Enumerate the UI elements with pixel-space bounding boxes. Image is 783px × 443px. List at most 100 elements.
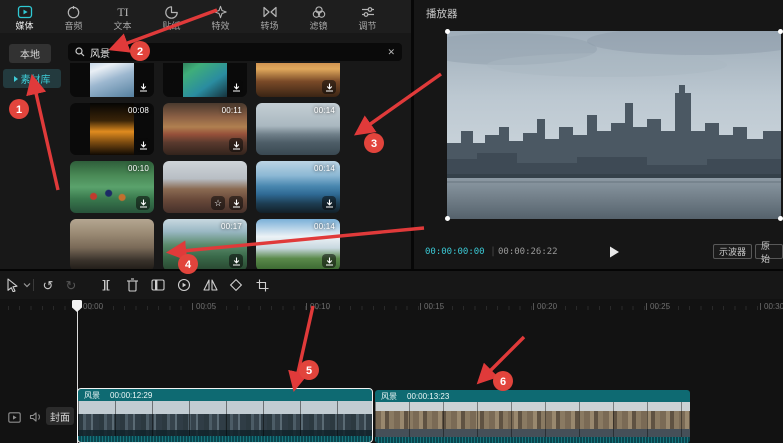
svg-text:TI: TI [117,5,128,19]
timeline-clip-1[interactable]: 风景 00:00:12:29 [78,389,372,442]
clip-name: 风景 [381,391,397,402]
cover-button[interactable]: 封面 [46,407,74,425]
media-item[interactable]: ☆ [163,161,247,213]
select-tool-icon[interactable] [4,277,20,293]
download-icon[interactable] [136,80,150,94]
text-icon: TI [115,4,131,19]
scopes-button[interactable]: 示波器 [713,244,752,259]
search-bar[interactable]: ✕ [68,43,402,61]
media-item[interactable] [256,63,340,97]
expand-arrow-icon [14,76,18,82]
clip-duration: 00:00:12:29 [110,391,152,400]
library-label: 素材库 [21,71,51,86]
download-icon[interactable] [136,138,150,152]
mute-audio-icon[interactable] [27,409,43,425]
selection-handle[interactable] [445,216,450,221]
rotate-icon[interactable] [228,277,244,293]
toolbar-divider [33,279,34,291]
media-item[interactable]: 00:08 [70,103,154,155]
video-track-icon[interactable] [6,409,22,425]
media-icon [17,4,33,19]
selection-handle[interactable] [778,216,783,221]
reverse-play-icon[interactable] [176,277,192,293]
search-icon [75,47,85,57]
clip-header: 风景 00:00:13:23 [375,390,690,402]
media-item[interactable] [163,63,247,97]
tab-label: 音频 [64,21,82,31]
tab-media[interactable]: 媒体 [0,0,49,33]
media-grid: 00:08 00:11 00:14 00:10 ☆ 00: [68,63,411,269]
media-item[interactable]: 00:17 [163,219,247,269]
current-time: 00:00:00:00 [425,247,485,257]
download-icon[interactable] [229,80,243,94]
tab-filter[interactable]: 滤镜 [294,0,343,33]
ruler-label: 00:10 [310,302,330,311]
player-panel: 播放器 [414,0,783,269]
media-sidebar: 本地 素材库 [0,33,66,269]
media-item[interactable] [70,219,154,269]
freeze-frame-icon[interactable] [150,277,166,293]
tab-sticker[interactable]: 贴纸 [147,0,196,33]
video-editor-app: 媒体 音频 TI 文本 贴纸 [0,0,783,443]
download-icon[interactable] [322,196,336,210]
tab-label: 调节 [358,21,376,31]
media-item[interactable]: 00:10 [70,161,154,213]
media-item[interactable]: 00:14 [256,161,340,213]
download-icon[interactable] [229,138,243,152]
clip-waveform [375,437,690,443]
player-title: 播放器 [426,6,458,21]
favorite-star-icon[interactable]: ☆ [211,196,225,210]
tab-label: 文本 [113,21,131,31]
selection-handle[interactable] [778,29,783,34]
tab-text[interactable]: TI 文本 [98,0,147,33]
media-item[interactable]: 00:14 [256,103,340,155]
close-icon[interactable]: ✕ [387,48,395,57]
crop-icon[interactable] [254,277,270,293]
tab-audio[interactable]: 音频 [49,0,98,33]
audio-icon [66,4,81,19]
original-button[interactable]: 原始 [755,244,783,259]
time-separator: | [490,246,496,257]
clip-waveform [78,436,372,442]
download-icon[interactable] [229,196,243,210]
split-icon[interactable]: ][ [98,277,114,293]
ruler-label: 00:30 [764,302,783,311]
top-tabbar: 媒体 音频 TI 文本 贴纸 [0,0,411,33]
local-label: 本地 [20,46,40,61]
search-input[interactable] [90,47,387,58]
selection-handle[interactable] [445,29,450,34]
download-icon[interactable] [229,254,243,268]
tab-label: 贴纸 [162,21,180,31]
filter-icon [311,4,327,19]
video-preview[interactable] [447,31,781,219]
effects-icon [213,4,228,19]
ruler-label: 00:20 [537,302,557,311]
tab-effects[interactable]: 特效 [196,0,245,33]
undo-icon[interactable]: ↺ [40,277,56,293]
timeline-clip-2[interactable]: 风景 00:00:13:23 [375,390,690,443]
tab-label: 特效 [211,21,229,31]
play-icon [606,244,622,260]
media-item[interactable] [70,63,154,97]
ruler-label: 00:15 [424,302,444,311]
download-icon[interactable] [322,254,336,268]
download-icon[interactable] [322,80,336,94]
tab-label: 媒体 [15,21,33,31]
ruler-label: 00:05 [196,302,216,311]
redo-icon[interactable]: ↻ [63,277,79,293]
tab-label: 转场 [260,21,278,31]
player-controls: 00:00:00:00 | 00:00:26:22 示波器 原始 [414,238,783,266]
download-icon[interactable] [136,196,150,210]
timeline-ruler[interactable]: 00:00 00:05 00:10 00:15 00:20 00:25 00:3… [0,299,783,316]
tab-label: 滤镜 [309,21,327,31]
tab-transition[interactable]: 转场 [245,0,294,33]
play-button[interactable] [606,244,622,260]
media-item[interactable]: 00:14 [256,219,340,269]
media-item[interactable]: 00:11 [163,103,247,155]
sidebar-item-library[interactable]: 素材库 [3,69,61,88]
mirror-icon[interactable] [202,277,218,293]
delete-icon[interactable] [124,277,140,293]
playhead-line[interactable] [77,301,78,443]
tab-adjust[interactable]: 调节 [343,0,392,33]
sidebar-item-local[interactable]: 本地 [9,44,51,63]
